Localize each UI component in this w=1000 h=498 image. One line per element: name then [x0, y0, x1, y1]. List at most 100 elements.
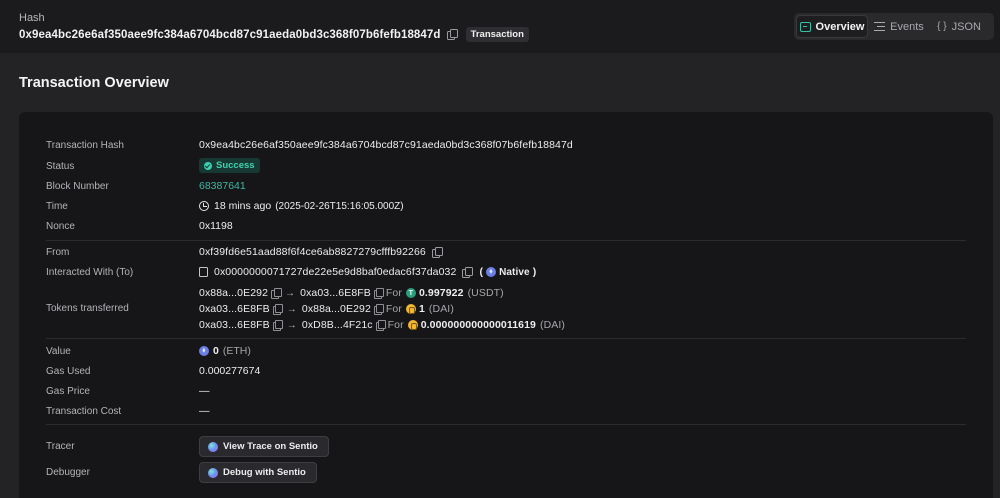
- tx-hash-value[interactable]: 0x9ea4bc26e6af350aee9fc384a6704bcd87c91a…: [199, 139, 573, 151]
- hash-value[interactable]: 0x9ea4bc26e6af350aee9fc384a6704bcd87c91a…: [19, 29, 441, 41]
- value-amount: 0: [213, 345, 219, 357]
- debugger-label: Debugger: [46, 467, 90, 478]
- block-number-link[interactable]: 68387641: [199, 180, 246, 192]
- gas-price-value: —: [199, 385, 210, 397]
- transfer-to[interactable]: 0x88a...0E292: [302, 303, 371, 315]
- dai-icon: [405, 304, 416, 314]
- overview-icon: [799, 21, 811, 32]
- nonce-label: Nonce: [46, 221, 75, 232]
- sentio-logo-icon: [208, 467, 218, 478]
- hash-row: 0x9ea4bc26e6af350aee9fc384a6704bcd87c91a…: [19, 27, 529, 42]
- transfer-row: 0xa03...6E8FB → 0x88a...0E292 For 1 (DAI…: [199, 303, 454, 315]
- view-trace-label: View Trace on Sentio: [223, 441, 318, 452]
- tx-cost-label: Transaction Cost: [46, 406, 122, 417]
- transfer-symbol: (DAI): [428, 303, 454, 315]
- time-relative: 18 mins ago: [214, 200, 272, 212]
- transfer-from[interactable]: 0xa03...6E8FB: [199, 303, 270, 315]
- copy-icon[interactable]: [431, 246, 443, 258]
- braces-icon: { }: [937, 21, 947, 32]
- contract-icon: [199, 267, 208, 277]
- view-trace-button[interactable]: View Trace on Sentio: [199, 436, 329, 457]
- arrow-right-icon: →: [286, 319, 297, 331]
- value-label: Value: [46, 346, 71, 357]
- copy-icon[interactable]: [271, 288, 282, 299]
- status-value: Success: [199, 158, 260, 173]
- tracer-value: View Trace on Sentio: [199, 436, 329, 457]
- copy-icon[interactable]: [446, 29, 458, 40]
- debug-label: Debug with Sentio: [223, 467, 306, 478]
- ethereum-icon: [199, 346, 209, 356]
- check-circle-icon: [204, 161, 212, 170]
- gas-used-label: Gas Used: [46, 366, 91, 377]
- for-label: For: [385, 287, 402, 299]
- tracer-label: Tracer: [46, 441, 75, 452]
- transfer-to[interactable]: 0xa03...6E8FB: [300, 287, 371, 299]
- transfer-amount: 0.000000000000011619: [420, 319, 536, 331]
- tab-overview-label: Overview: [815, 20, 865, 33]
- view-tabs: Overview Events { } JSON: [794, 13, 994, 40]
- tab-overview[interactable]: Overview: [796, 15, 868, 38]
- tab-json[interactable]: { } JSON: [930, 15, 988, 38]
- divider: [46, 338, 966, 339]
- list-icon: [874, 22, 886, 31]
- transfer-to[interactable]: 0xD8B...4F21c: [302, 319, 373, 331]
- transfer-amount: 1: [418, 303, 425, 315]
- tab-events[interactable]: Events: [868, 15, 930, 38]
- from-value: 0xf39fd6e51aad88f6f4ce6ab8827279cfffb922…: [199, 246, 443, 258]
- value-symbol: (ETH): [222, 345, 251, 357]
- time-label: Time: [46, 201, 68, 212]
- gas-used-value: 0.000277674: [199, 365, 261, 377]
- value-value: 0 (ETH): [199, 345, 251, 357]
- copy-icon[interactable]: [375, 320, 387, 331]
- status-badge: Success: [199, 158, 260, 173]
- copy-icon[interactable]: [373, 288, 385, 299]
- copy-icon[interactable]: [373, 304, 385, 315]
- arrow-right-icon: →: [285, 287, 296, 299]
- usdt-icon: T: [405, 288, 416, 298]
- status-text: Success: [216, 160, 255, 171]
- to-value: 0x0000000071727de22e5e9d8baf0edac6f37da0…: [199, 266, 536, 278]
- transfer-row: 0xa03...6E8FB → 0xD8B...4F21c For 0.0000…: [199, 319, 565, 331]
- transaction-tag: Transaction: [465, 27, 529, 42]
- to-native: Native: [499, 266, 530, 278]
- overview-panel: Transaction Hash 0x9ea4bc26e6af350aee9fc…: [19, 112, 993, 498]
- transfer-from[interactable]: 0x88a...0E292: [199, 287, 268, 299]
- tokens-label: Tokens transferred: [46, 303, 129, 314]
- from-label: From: [46, 247, 70, 258]
- clock-icon: [199, 201, 209, 211]
- sentio-logo-icon: [208, 441, 218, 452]
- block-label: Block Number: [46, 181, 109, 192]
- tab-events-label: Events: [890, 20, 924, 33]
- transfer-symbol: (USDT): [467, 287, 504, 299]
- for-label: For: [385, 303, 402, 315]
- nonce-value: 0x1198: [199, 220, 233, 232]
- hash-label: Hash: [19, 12, 45, 24]
- to-suffix-close: ): [532, 266, 537, 278]
- dai-icon: [407, 320, 418, 330]
- status-label: Status: [46, 161, 75, 172]
- to-address[interactable]: 0x0000000071727de22e5e9d8baf0edac6f37da0…: [214, 266, 456, 278]
- copy-icon[interactable]: [272, 304, 284, 315]
- transfer-row: 0x88a...0E292 → 0xa03...6E8FB For T 0.99…: [199, 287, 504, 299]
- gas-price-label: Gas Price: [46, 386, 90, 397]
- overview-section: Transaction Overview Transaction Hash 0x…: [0, 53, 1000, 498]
- divider: [46, 240, 966, 241]
- transfer-from[interactable]: 0xa03...6E8FB: [199, 319, 270, 331]
- copy-icon[interactable]: [462, 266, 474, 278]
- ethereum-icon: [486, 267, 497, 277]
- page-header: Hash 0x9ea4bc26e6af350aee9fc384a6704bcd8…: [0, 0, 1000, 50]
- for-label: For: [387, 319, 404, 331]
- tab-json-label: JSON: [951, 20, 981, 33]
- time-absolute: (2025-02-26T15:16:05.000Z): [275, 200, 404, 212]
- debug-button[interactable]: Debug with Sentio: [199, 462, 317, 483]
- transfer-symbol: (DAI): [539, 319, 565, 331]
- time-value: 18 mins ago (2025-02-26T15:16:05.000Z): [199, 200, 404, 212]
- from-address[interactable]: 0xf39fd6e51aad88f6f4ce6ab8827279cfffb922…: [199, 246, 426, 258]
- divider: [46, 424, 966, 425]
- to-suffix-open: (: [479, 266, 484, 278]
- tx-hash-label: Transaction Hash: [46, 140, 124, 151]
- arrow-right-icon: →: [286, 303, 297, 315]
- section-title: Transaction Overview: [19, 75, 169, 91]
- copy-icon[interactable]: [272, 320, 284, 331]
- debugger-value: Debug with Sentio: [199, 462, 317, 483]
